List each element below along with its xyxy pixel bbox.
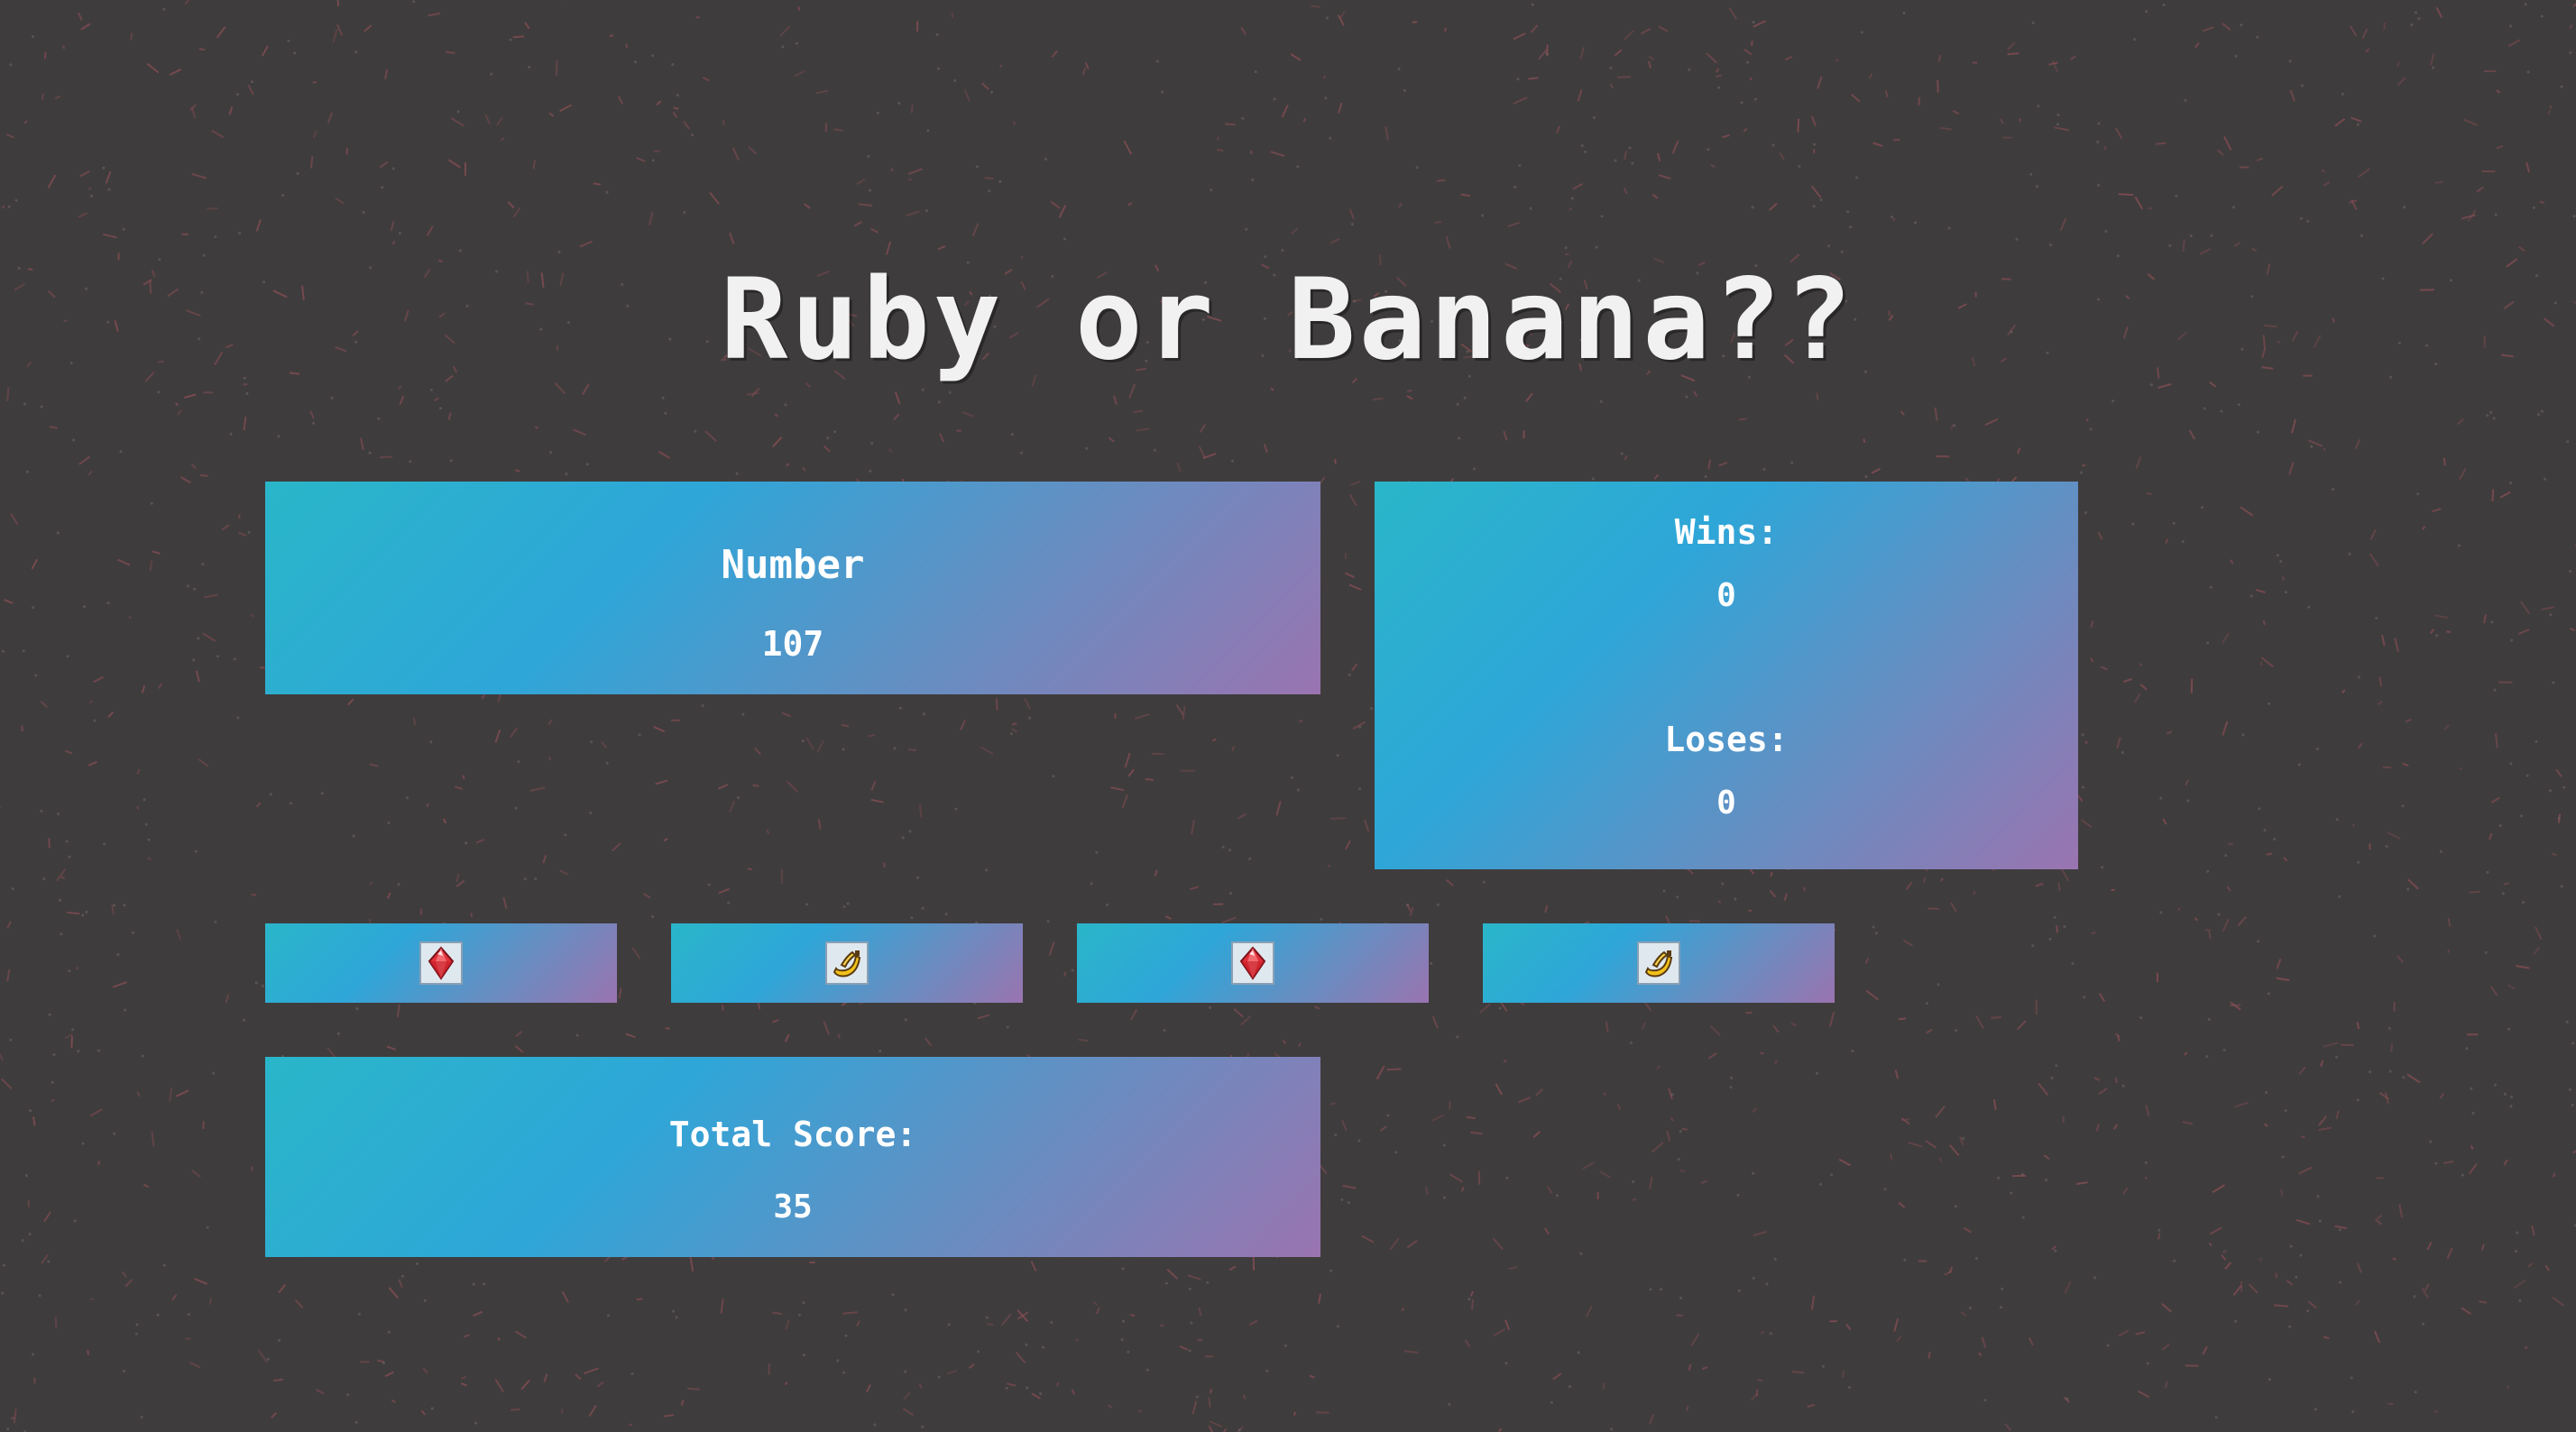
number-label: Number	[721, 542, 865, 588]
banana-button[interactable]	[1483, 923, 1835, 1003]
banana-icon	[825, 941, 869, 985]
ruby-icon	[1231, 941, 1274, 985]
wins-label: Wins:	[1674, 512, 1779, 552]
banana-button[interactable]	[671, 923, 1023, 1003]
number-value: 107	[761, 624, 824, 664]
banana-icon	[1637, 941, 1680, 985]
ruby-button[interactable]	[265, 923, 617, 1003]
ruby-button[interactable]	[1077, 923, 1429, 1003]
total-score-panel: Total Score: 35	[265, 1057, 1320, 1257]
total-score-label: Total Score:	[668, 1115, 917, 1154]
wins-value: 0	[1716, 577, 1736, 614]
total-score-value: 35	[773, 1189, 813, 1225]
loses-value: 0	[1716, 785, 1736, 822]
stats-panel: Wins: 0 Loses: 0	[1375, 482, 2078, 869]
game-title: Ruby or Banana??	[720, 255, 1856, 385]
number-panel: Number 107	[265, 482, 1320, 694]
loses-label: Loses:	[1664, 720, 1789, 759]
ruby-icon	[419, 941, 463, 985]
